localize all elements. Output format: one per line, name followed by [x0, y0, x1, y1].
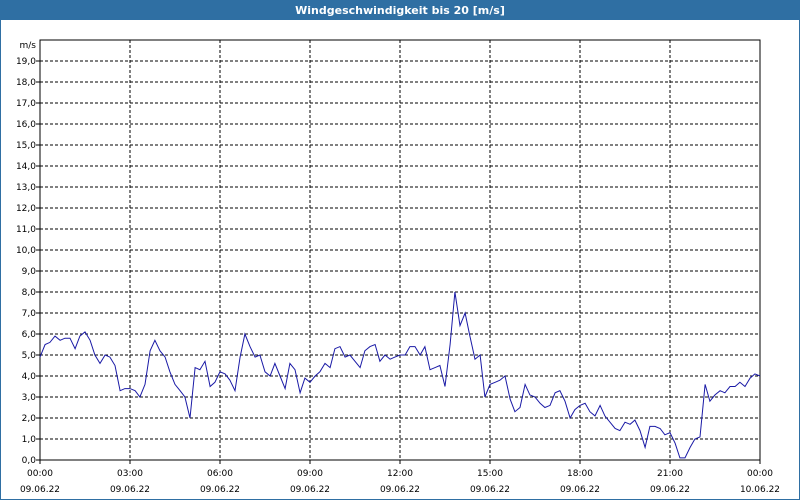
x-tick-date-label: 09.06.22	[650, 485, 690, 495]
y-axis-unit-label: m/s	[20, 41, 37, 51]
y-tick-label: 12,0	[16, 204, 36, 214]
x-tick-time-label: 21:00	[657, 469, 683, 479]
axes	[36, 39, 761, 464]
y-tick-label: 10,0	[16, 246, 36, 256]
x-tick-time-label: 00:00	[747, 469, 773, 479]
y-tick-label: 7,0	[22, 309, 37, 319]
wind-speed-chart: 0,0 1,0 2,0 3,0 4,0 5,0 6,0 7,0 8,0 9,0 10,0 11,0 12…	[16, 39, 780, 495]
y-tick-label: 5,0	[22, 351, 37, 361]
x-tick-time-label: 09:00	[297, 469, 323, 479]
x-tick-labels: 00:00 09.06.22 03:00 09.06.22 06:00 09.06.22 0…	[20, 469, 780, 495]
y-tick-label: 2,0	[22, 414, 37, 424]
x-tick-time-label: 15:00	[477, 469, 503, 479]
y-tick-label: 6,0	[22, 330, 37, 340]
x-tick-date-label: 09.06.22	[20, 485, 60, 495]
x-tick-date-label: 09.06.22	[560, 485, 600, 495]
y-tick-label: 13,0	[16, 183, 36, 193]
y-tick-label: 4,0	[22, 372, 37, 382]
x-tick-date-label: 09.06.22	[290, 485, 330, 495]
y-tick-label: 16,0	[16, 120, 36, 130]
y-tick-label: 0,0	[22, 456, 37, 466]
y-tick-label: 18,0	[16, 78, 36, 88]
x-tick-date-label: 09.06.22	[200, 485, 240, 495]
x-tick-time-label: 00:00	[27, 469, 53, 479]
y-tick-label: 1,0	[22, 435, 37, 445]
y-tick-label: 3,0	[22, 393, 37, 403]
x-tick-date-label: 09.06.22	[470, 485, 510, 495]
y-tick-labels: 0,0 1,0 2,0 3,0 4,0 5,0 6,0 7,0 8,0 9,0 10,0 11,0 12…	[16, 57, 36, 466]
x-tick-time-label: 12:00	[387, 469, 413, 479]
x-tick-time-label: 06:00	[207, 469, 233, 479]
x-tick-date-label: 09.06.22	[110, 485, 150, 495]
x-tick-time-label: 03:00	[117, 469, 143, 479]
grid-lines	[40, 40, 760, 460]
x-tick-date-label: 09.06.22	[380, 485, 420, 495]
y-tick-label: 15,0	[16, 141, 36, 151]
y-tick-label: 8,0	[22, 288, 37, 298]
y-tick-label: 9,0	[22, 267, 37, 277]
x-tick-time-label: 18:00	[567, 469, 593, 479]
y-tick-label: 11,0	[16, 225, 36, 235]
x-tick-date-label: 10.06.22	[740, 485, 780, 495]
y-tick-label: 14,0	[16, 162, 36, 172]
y-tick-label: 19,0	[16, 57, 36, 67]
y-tick-label: 17,0	[16, 99, 36, 109]
